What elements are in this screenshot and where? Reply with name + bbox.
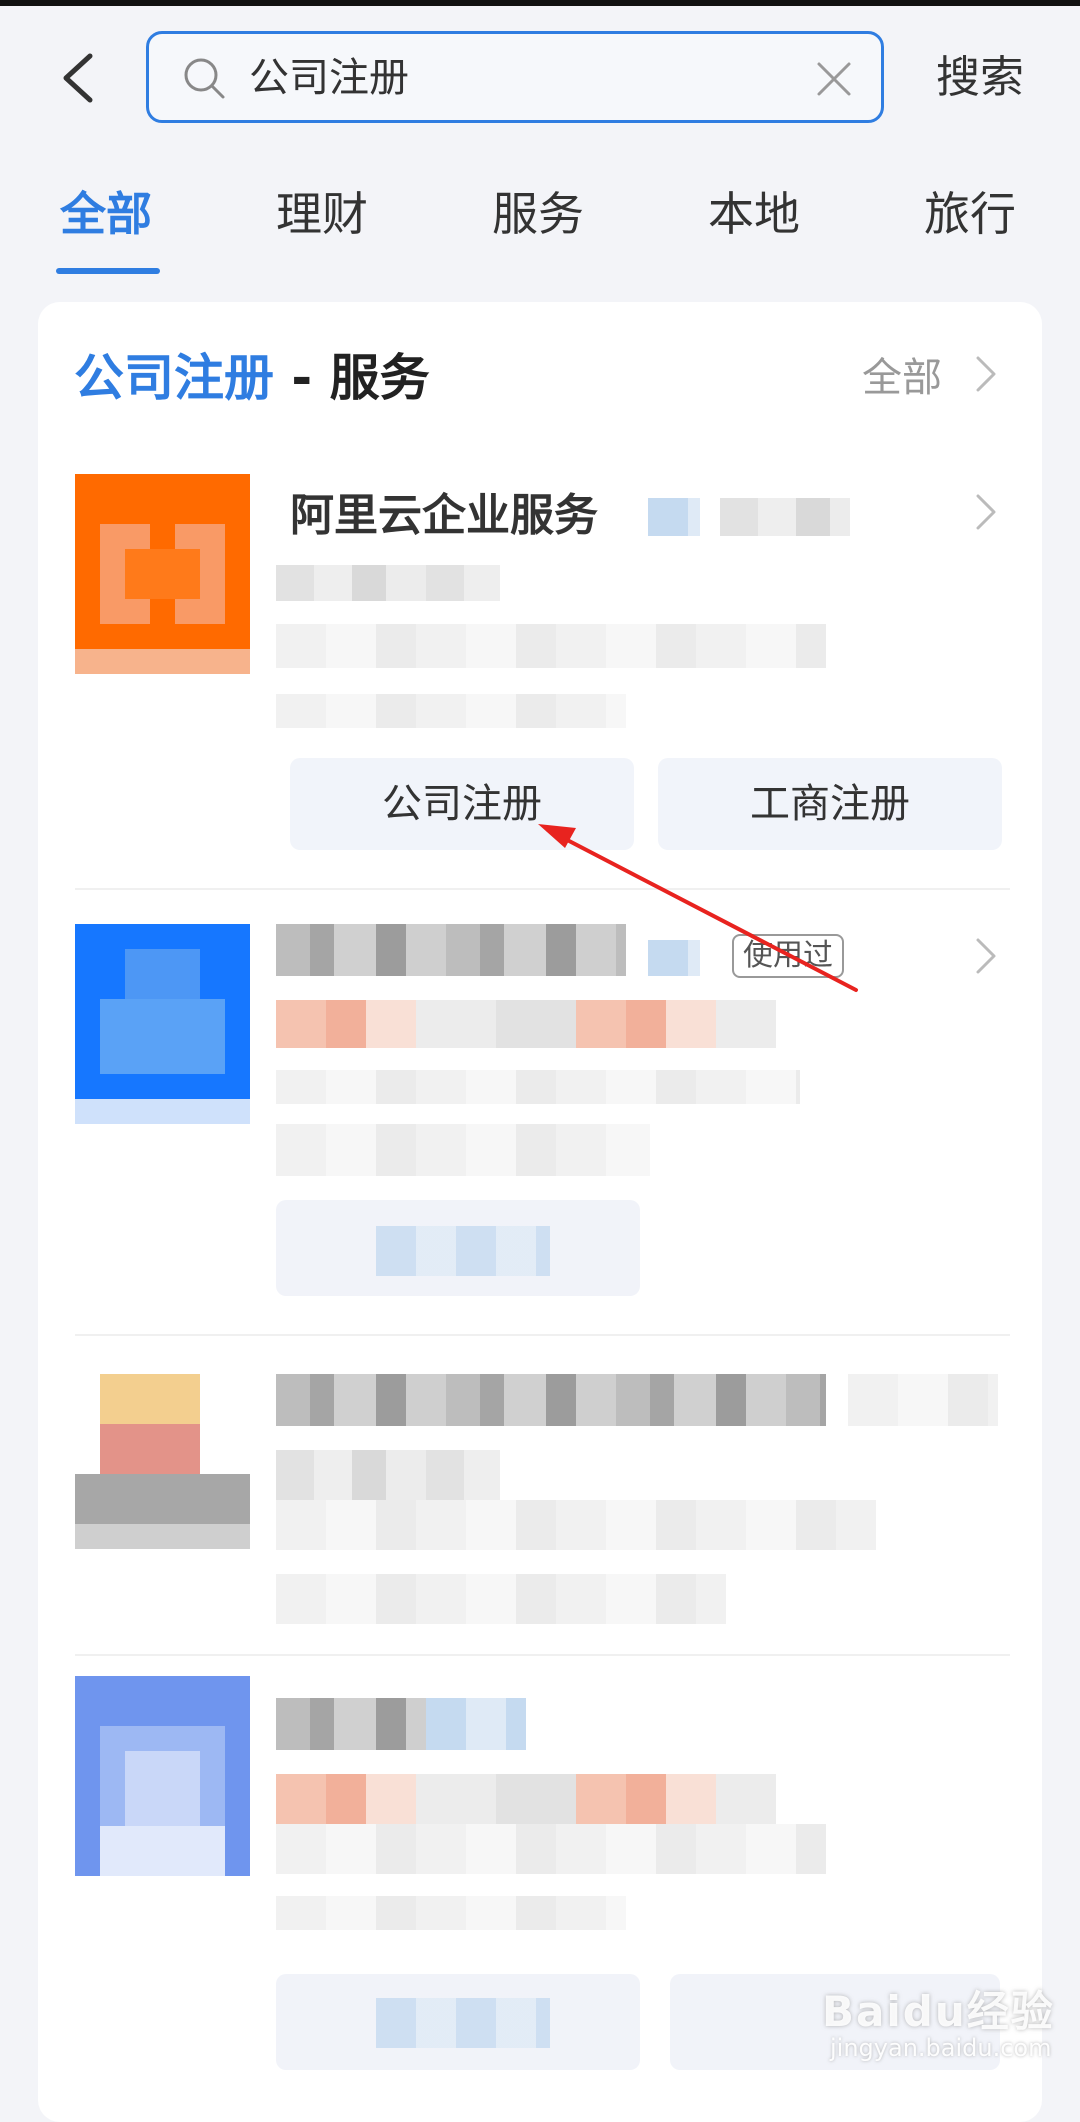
result-name: 阿里云企业服务 — [290, 490, 598, 541]
blurred-title — [276, 1374, 826, 1426]
watermark-url: jingyan.baidu.com — [830, 2034, 1052, 2062]
blurred-text — [276, 694, 626, 728]
tab-services[interactable]: 服务 — [492, 182, 584, 246]
see-all-link[interactable]: 全部 — [862, 350, 942, 406]
watermark-brand: Baidu经验 — [822, 1987, 1055, 2036]
blurred-tag — [648, 940, 700, 976]
blurred-text — [276, 1896, 626, 1930]
action-business-registration[interactable]: 工商注册 — [658, 758, 1002, 850]
tab-local[interactable]: 本地 — [708, 182, 800, 246]
blurred-text — [848, 1374, 998, 1426]
blurred-text — [276, 1500, 876, 1550]
blurred-text — [376, 1226, 550, 1276]
tab-all[interactable]: 全部 — [60, 182, 152, 246]
blurred-text — [276, 1574, 726, 1624]
blurred-text — [276, 1824, 826, 1874]
blurred-title — [276, 924, 626, 976]
search-button[interactable]: 搜索 — [936, 48, 1024, 108]
tab-finance[interactable]: 理财 — [276, 182, 368, 246]
section-title: 公司注册 - 服务 — [74, 342, 430, 414]
aliyun-logo — [75, 474, 250, 674]
blurred-action[interactable] — [276, 1200, 640, 1296]
active-tab-indicator — [56, 268, 160, 274]
back-arrow-icon[interactable] — [54, 52, 106, 104]
search-icon — [184, 58, 225, 99]
chevron-right-icon[interactable] — [972, 490, 1000, 534]
action-company-registration[interactable]: 公司注册 — [290, 758, 634, 850]
blurred-action[interactable] — [276, 1974, 640, 2070]
used-badge: 使用过 — [732, 934, 844, 978]
blurred-text — [276, 1124, 650, 1176]
section-category: - 服务 — [274, 349, 430, 407]
chevron-right-icon[interactable] — [972, 934, 1000, 978]
section-keyword: 公司注册 — [74, 349, 274, 407]
clear-icon[interactable] — [815, 60, 853, 98]
blurred-tag — [648, 498, 700, 536]
blurred-text — [276, 1450, 500, 1500]
result-logo — [75, 924, 250, 1124]
status-bar — [0, 0, 1080, 6]
blurred-text — [376, 1998, 550, 2048]
blurred-text — [276, 1774, 776, 1824]
blurred-text — [276, 1000, 776, 1048]
blurred-text — [720, 498, 850, 536]
search-input[interactable]: 公司注册 — [249, 50, 409, 106]
divider — [75, 1334, 1010, 1336]
blurred-text — [276, 565, 500, 601]
divider — [75, 1654, 1010, 1656]
search-box[interactable]: 公司注册 — [146, 31, 884, 123]
tab-travel[interactable]: 旅行 — [924, 182, 1016, 246]
blurred-text — [276, 624, 826, 668]
divider — [75, 888, 1010, 890]
blurred-tag — [426, 1698, 526, 1750]
result-logo — [75, 1676, 250, 1876]
result-logo — [75, 1374, 250, 1574]
blurred-text — [276, 1070, 800, 1104]
chevron-right-icon[interactable] — [972, 352, 1000, 396]
blurred-title — [276, 1698, 426, 1750]
